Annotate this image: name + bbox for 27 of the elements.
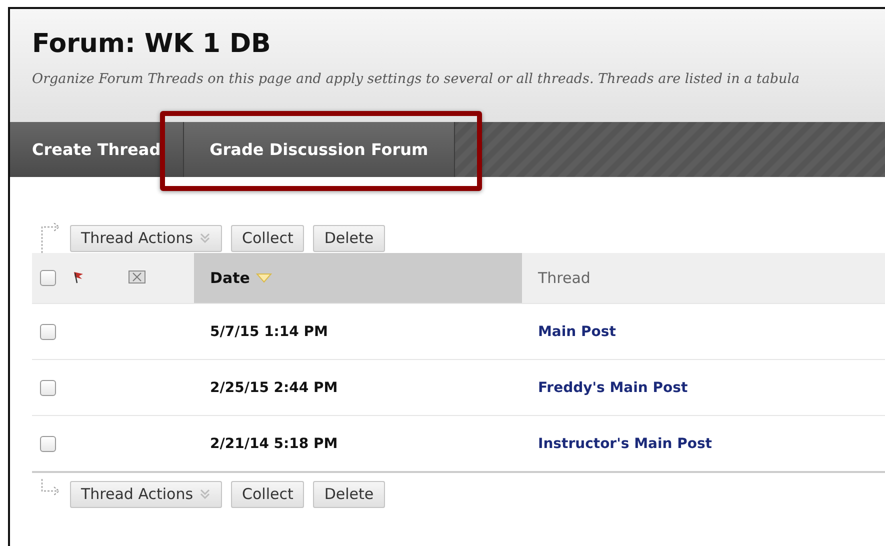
- thread-link[interactable]: Main Post: [538, 324, 616, 340]
- nav-button[interactable]: Create Thread: [10, 122, 184, 177]
- checkbox[interactable]: [40, 270, 56, 286]
- checkbox[interactable]: [40, 380, 56, 396]
- action-button[interactable]: Thread Actions: [70, 480, 222, 508]
- column-header[interactable]: Date: [194, 253, 522, 303]
- thread-link[interactable]: Freddy's Main Post: [538, 380, 688, 396]
- action-button[interactable]: Collect: [231, 480, 304, 508]
- date-cell: 2/25/15 2:44 PM: [210, 380, 338, 396]
- action-button[interactable]: Delete: [313, 224, 385, 252]
- chevron-down-icon: [199, 488, 212, 500]
- nav-button[interactable]: Grade Discussion Forum: [184, 122, 456, 177]
- action-button[interactable]: Delete: [313, 480, 385, 508]
- page-description: Organize Forum Threads on this page and apply settings to several or all threads. Threads are listed in a tabula: [32, 71, 801, 87]
- chevron-down-icon: [199, 232, 212, 244]
- status-icon[interactable]: [128, 270, 146, 284]
- action-button[interactable]: Collect: [231, 224, 304, 252]
- thread-link[interactable]: Instructor's Main Post: [538, 436, 712, 452]
- date-cell: 2/21/14 5:18 PM: [210, 436, 338, 452]
- checkbox[interactable]: [40, 324, 56, 340]
- date-cell: 5/7/15 1:14 PM: [210, 324, 328, 340]
- action-button[interactable]: Thread Actions: [70, 224, 222, 252]
- checkbox[interactable]: [40, 436, 56, 452]
- page-title: Forum: WK 1 DB: [32, 29, 272, 59]
- sort-triangle-icon: [256, 273, 272, 283]
- flag-icon[interactable]: [72, 270, 84, 284]
- column-header[interactable]: Thread: [522, 253, 885, 303]
